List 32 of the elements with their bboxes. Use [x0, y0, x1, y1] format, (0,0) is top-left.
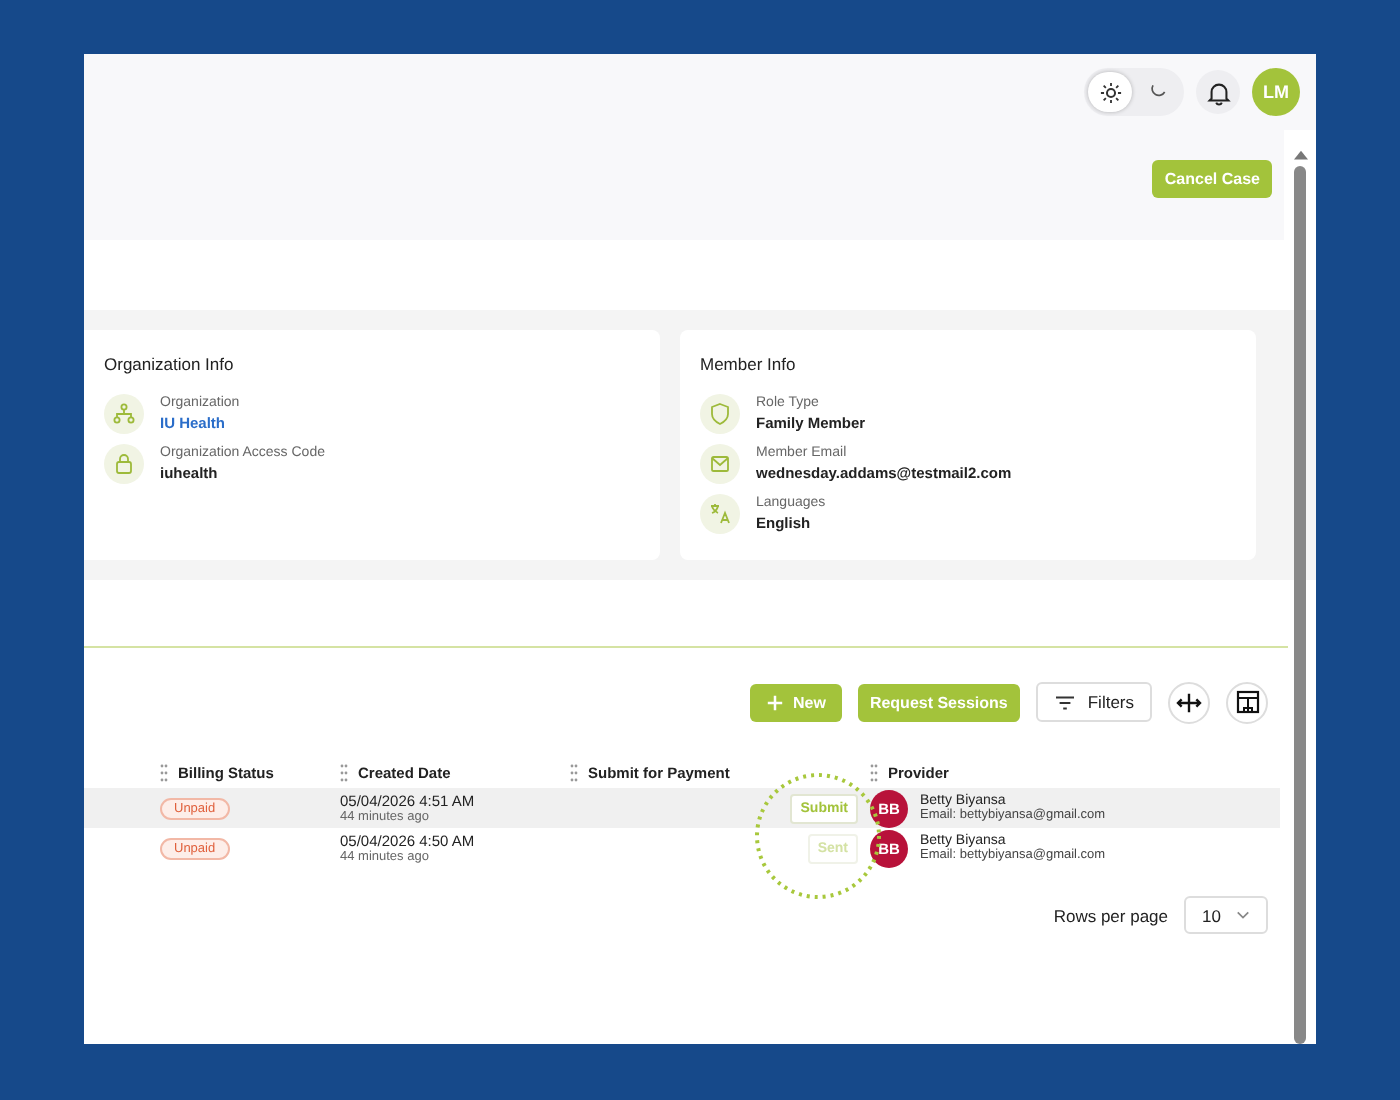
scroll-up-icon[interactable]	[1293, 150, 1307, 160]
drag-handle-icon[interactable]	[570, 763, 578, 781]
rows-per-page-label: Rows per page	[1053, 905, 1168, 925]
card-title: Organization Info	[104, 354, 236, 374]
table-layout-button[interactable]	[1226, 681, 1268, 723]
request-sessions-button[interactable]: Request Sessions	[857, 683, 1020, 721]
lock-icon	[104, 444, 144, 484]
resize-columns-button[interactable]	[1168, 681, 1210, 723]
plus-icon	[766, 693, 785, 711]
badge-icon	[700, 394, 740, 434]
hierarchy-icon	[104, 394, 144, 434]
drag-handle-icon[interactable]	[340, 763, 348, 781]
notifications-button[interactable]	[1196, 70, 1240, 114]
translate-icon	[700, 494, 740, 534]
filter-icon	[1053, 693, 1076, 711]
drag-handle-icon[interactable]	[870, 763, 878, 781]
sun-button[interactable]	[1088, 72, 1132, 112]
cancel-case-button[interactable]: Cancel Case	[1152, 160, 1272, 198]
envelope-icon	[700, 444, 740, 484]
filters-button[interactable]: Filters	[1035, 682, 1152, 722]
table-icon	[1235, 690, 1259, 714]
chevron-down-icon	[1236, 910, 1250, 920]
rows-per-page-select[interactable]: 10	[1184, 896, 1268, 934]
card-title: Member Info	[700, 354, 798, 374]
bell-icon	[1205, 79, 1231, 105]
moon-icon	[1148, 82, 1168, 102]
sun-icon	[1099, 81, 1121, 103]
highlight-circle	[754, 772, 882, 900]
drag-handle-icon[interactable]	[160, 763, 168, 781]
new-button[interactable]: New	[750, 683, 842, 721]
user-avatar[interactable]: LM	[1252, 68, 1300, 116]
horizontal-arrows-icon	[1176, 691, 1202, 713]
